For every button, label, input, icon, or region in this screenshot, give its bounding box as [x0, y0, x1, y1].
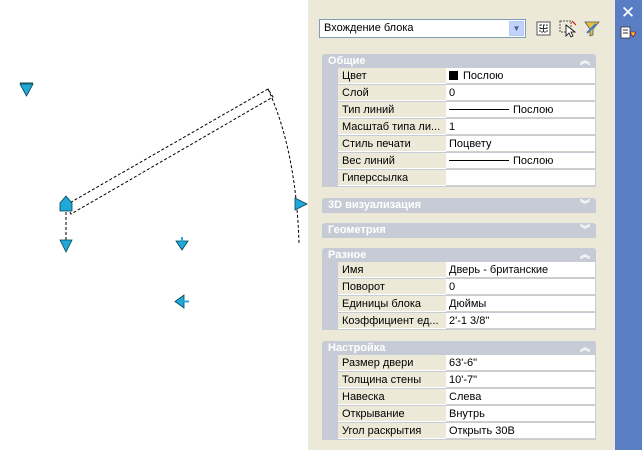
object-type-select[interactable]: Вхождение блока ▼ — [319, 19, 526, 38]
property-value[interactable]: Поцвету — [446, 136, 595, 152]
property-value[interactable] — [446, 170, 595, 186]
property-value[interactable]: 0 — [446, 279, 595, 295]
property-row[interactable]: Слой 0 — [322, 85, 596, 102]
property-row[interactable]: Навеска Слева — [322, 389, 596, 406]
property-value[interactable]: Послою — [446, 153, 595, 169]
flip-down-grip-icon[interactable] — [175, 240, 189, 251]
quick-select-icon[interactable] — [582, 19, 602, 38]
property-row[interactable]: Открывание Внутрь — [322, 406, 596, 423]
collapse-icon[interactable]: ︽ — [580, 54, 590, 69]
property-value[interactable]: Дюймы — [446, 296, 595, 312]
property-row[interactable]: Гиперссылка — [322, 170, 596, 187]
linetype-preview — [449, 109, 509, 110]
property-row[interactable]: Угол раскрытия Открыть 30Β — [322, 423, 596, 440]
pickadd-toggle-icon[interactable] — [534, 19, 554, 38]
flip-left-grip-icon[interactable] — [174, 294, 185, 309]
chevron-down-icon[interactable]: ▼ — [509, 21, 524, 36]
property-row[interactable]: Имя Дверь - британские — [322, 262, 596, 279]
door-swing-arc — [267, 88, 300, 244]
section-header[interactable]: Общие ︽ — [322, 54, 596, 69]
property-row[interactable]: Толщина стены 10'-7" — [322, 372, 596, 389]
property-value[interactable]: Внутрь — [446, 406, 595, 422]
property-value[interactable]: 1 — [446, 119, 595, 135]
property-value[interactable]: Открыть 30Β — [446, 423, 595, 439]
door-block-drawing — [19, 82, 308, 309]
section-header[interactable]: Разное ︽ — [322, 248, 596, 263]
property-value[interactable]: Дверь - британские — [446, 262, 595, 278]
property-value[interactable]: 2'-1 3/8" — [446, 313, 595, 329]
property-row[interactable]: Поворот 0 — [322, 279, 596, 296]
section-title: 3D визуализация — [328, 199, 422, 211]
section-header[interactable]: Геометрия ︾ — [322, 223, 596, 238]
section-header[interactable]: 3D визуализация ︾ — [322, 198, 596, 213]
section-title: Разное — [328, 249, 367, 261]
color-swatch — [449, 71, 458, 80]
section-rows: Имя Дверь - британские Поворот 0 Единицы бло… — [322, 262, 596, 330]
angle-grip-icon[interactable] — [294, 197, 308, 211]
section-title: Общие — [328, 55, 366, 67]
property-row[interactable]: Вес линий Послою — [322, 153, 596, 170]
stretch-down-grip-icon[interactable] — [59, 239, 73, 253]
property-value[interactable]: Слева — [446, 389, 595, 405]
collapse-icon[interactable]: ︽ — [580, 341, 590, 356]
properties-menu-icon[interactable] — [619, 24, 637, 42]
section-rows: Цвет Послою Слой 0 Тип линий Послою Масштаб ти… — [322, 68, 596, 187]
section-title: Геометрия — [328, 224, 386, 236]
property-row[interactable]: Масштаб типа ли... 1 — [322, 119, 596, 136]
property-row[interactable]: Стиль печати Поцвету — [322, 136, 596, 153]
property-row[interactable]: Единицы блока Дюймы — [322, 296, 596, 313]
palette-titlebar[interactable] — [615, 0, 642, 450]
property-value[interactable]: Послою — [446, 68, 595, 84]
insertion-grip-icon[interactable] — [59, 195, 73, 212]
property-row[interactable]: Тип линий Послою — [322, 102, 596, 119]
collapse-icon[interactable]: ︽ — [580, 248, 590, 263]
expand-icon[interactable]: ︾ — [580, 198, 590, 213]
section-title: Настройка — [328, 342, 386, 354]
expand-icon[interactable]: ︾ — [580, 223, 590, 238]
property-row[interactable]: Цвет Послою — [322, 68, 596, 85]
property-value[interactable]: 63'-6" — [446, 355, 595, 371]
property-value[interactable]: 0 — [446, 85, 595, 101]
property-value[interactable]: 10'-7" — [446, 372, 595, 388]
drawing-canvas[interactable] — [0, 0, 308, 450]
property-row[interactable]: Коэффициент ед... 2'-1 3/8" — [322, 313, 596, 330]
section-rows: Размер двери 63'-6" Толщина стены 10'-7" Нав… — [322, 355, 596, 440]
section-header[interactable]: Настройка ︽ — [322, 341, 596, 356]
select-objects-icon[interactable] — [558, 19, 578, 38]
close-icon[interactable]: ✕ — [618, 4, 638, 22]
property-row[interactable]: Размер двери 63'-6" — [322, 355, 596, 372]
flip-grip-icon[interactable] — [19, 83, 34, 97]
property-value[interactable]: Послою — [446, 102, 595, 118]
object-type-value: Вхождение блока — [324, 22, 414, 34]
linetype-preview — [449, 160, 509, 161]
door-leaf-outline — [65, 88, 274, 215]
